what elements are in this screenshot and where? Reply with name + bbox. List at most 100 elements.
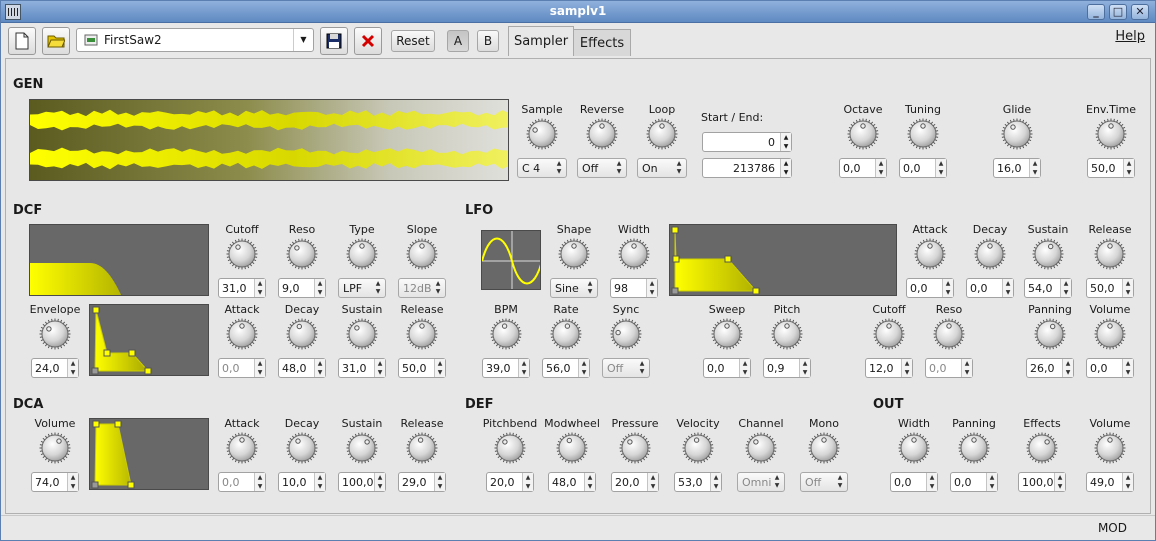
spin-arrows-icon[interactable]: ▲ ▼ bbox=[986, 473, 997, 491]
dca-attack-spinbox[interactable]: 0,0 ▲ ▼ bbox=[218, 472, 266, 492]
gen-sample-select[interactable]: C 4 ▲ ▼ bbox=[517, 158, 567, 178]
lfo-panning-knob[interactable] bbox=[1034, 318, 1066, 350]
gen-octave-spinbox[interactable]: 0,0 ▲ ▼ bbox=[839, 158, 887, 178]
gen-envtime-spinbox[interactable]: 50,0 ▲ ▼ bbox=[1087, 158, 1135, 178]
start-field[interactable]: 0 ▲ ▼ bbox=[702, 132, 792, 152]
def-mono-select[interactable]: Off ▲ ▼ bbox=[800, 472, 848, 492]
spin-arrows-icon[interactable]: ▲ ▼ bbox=[875, 159, 886, 177]
spin-arrows-icon[interactable]: ▲ ▼ bbox=[578, 359, 589, 377]
dca-decay-knob[interactable] bbox=[286, 432, 318, 464]
spin-arrows-icon[interactable]: ▲ ▼ bbox=[374, 359, 385, 377]
spin-arrows-icon[interactable]: ▲ ▼ bbox=[254, 473, 265, 491]
spin-arrows-icon[interactable]: ▲ ▼ bbox=[1122, 359, 1133, 377]
maximize-button[interactable]: □ bbox=[1109, 4, 1127, 20]
lfo-panning-spinbox[interactable]: 26,0 ▲ ▼ bbox=[1026, 358, 1074, 378]
spin-arrows-icon[interactable]: ▲ ▼ bbox=[1122, 279, 1133, 297]
spin-arrows-icon[interactable]: ▲ ▼ bbox=[67, 359, 78, 377]
dcf-decay-knob[interactable] bbox=[286, 318, 318, 350]
dcf-envelope-display[interactable] bbox=[89, 304, 209, 376]
def-channel-knob[interactable] bbox=[745, 432, 777, 464]
delete-preset-button[interactable] bbox=[354, 27, 382, 55]
dcf-type-knob[interactable] bbox=[346, 238, 378, 270]
dcf-release-spinbox[interactable]: 50,0 ▲ ▼ bbox=[398, 358, 446, 378]
out-panning-knob[interactable] bbox=[958, 432, 990, 464]
out-width-knob[interactable] bbox=[898, 432, 930, 464]
lfo-rate-spinbox[interactable]: 56,0 ▲ ▼ bbox=[542, 358, 590, 378]
spin-arrows-icon[interactable]: ▲ ▼ bbox=[710, 473, 721, 491]
spin-arrows-icon[interactable]: ▲ ▼ bbox=[522, 473, 533, 491]
dca-envelope-display[interactable] bbox=[89, 418, 209, 490]
open-preset-button[interactable] bbox=[42, 27, 70, 55]
lfo-sweep-knob[interactable] bbox=[711, 318, 743, 350]
lfo-decay-spinbox[interactable]: 0,0 ▲ ▼ bbox=[966, 278, 1014, 298]
lfo-width-spinbox[interactable]: 98 ▲ ▼ bbox=[610, 278, 658, 298]
spin-arrows-icon[interactable]: ▲ ▼ bbox=[780, 159, 791, 177]
lfo-width-knob[interactable] bbox=[618, 238, 650, 270]
lfo-attack-spinbox[interactable]: 0,0 ▲ ▼ bbox=[906, 278, 954, 298]
dcf-cutoff-spinbox[interactable]: 31,0 ▲ ▼ bbox=[218, 278, 266, 298]
dcf-filter-display[interactable] bbox=[29, 224, 209, 296]
spin-arrows-icon[interactable]: ▲ ▼ bbox=[254, 279, 265, 297]
lfo-envelope-display[interactable] bbox=[669, 224, 897, 296]
dcf-type-select[interactable]: LPF ▲ ▼ bbox=[338, 278, 386, 298]
lfo-shape-select[interactable]: Sine ▲ ▼ bbox=[550, 278, 598, 298]
def-velocity-spinbox[interactable]: 53,0 ▲ ▼ bbox=[674, 472, 722, 492]
gen-reverse-knob[interactable] bbox=[586, 118, 618, 150]
spin-arrows-icon[interactable]: ▲ ▼ bbox=[1062, 359, 1073, 377]
lfo-release-knob[interactable] bbox=[1094, 238, 1126, 270]
def-pressure-knob[interactable] bbox=[619, 432, 651, 464]
out-volume-spinbox[interactable]: 49,0 ▲ ▼ bbox=[1086, 472, 1134, 492]
out-panning-spinbox[interactable]: 0,0 ▲ ▼ bbox=[950, 472, 998, 492]
out-effects-spinbox[interactable]: 100,0 ▲ ▼ bbox=[1018, 472, 1066, 492]
def-pitchbend-knob[interactable] bbox=[494, 432, 526, 464]
gen-loop-select[interactable]: On ▲ ▼ bbox=[637, 158, 687, 178]
lfo-reso-spinbox[interactable]: 0,0 ▲ ▼ bbox=[925, 358, 973, 378]
gen-tuning-spinbox[interactable]: 0,0 ▲ ▼ bbox=[899, 158, 947, 178]
lfo-wave-display[interactable] bbox=[481, 230, 541, 290]
dca-sustain-spinbox[interactable]: 100,0 ▲ ▼ bbox=[338, 472, 386, 492]
gen-glide-knob[interactable] bbox=[1001, 118, 1033, 150]
def-pressure-spinbox[interactable]: 20,0 ▲ ▼ bbox=[611, 472, 659, 492]
lfo-volume-spinbox[interactable]: 0,0 ▲ ▼ bbox=[1086, 358, 1134, 378]
dcf-sustain-knob[interactable] bbox=[346, 318, 378, 350]
sample-waveform-display[interactable] bbox=[29, 99, 509, 181]
lfo-bpm-spinbox[interactable]: 39,0 ▲ ▼ bbox=[482, 358, 530, 378]
spin-arrows-icon[interactable]: ▲ ▼ bbox=[1122, 473, 1133, 491]
close-window-button[interactable]: ✕ bbox=[1131, 4, 1149, 20]
dcf-envelope-knob[interactable] bbox=[39, 318, 71, 350]
lfo-bpm-knob[interactable] bbox=[490, 318, 522, 350]
spin-arrows-icon[interactable]: ▲ ▼ bbox=[780, 133, 791, 151]
end-field[interactable]: 213786 ▲ ▼ bbox=[702, 158, 792, 178]
dca-release-spinbox[interactable]: 29,0 ▲ ▼ bbox=[398, 472, 446, 492]
def-pitchbend-spinbox[interactable]: 20,0 ▲ ▼ bbox=[486, 472, 534, 492]
spin-arrows-icon[interactable]: ▲ ▼ bbox=[314, 359, 325, 377]
spin-arrows-icon[interactable]: ▲ ▼ bbox=[254, 359, 265, 377]
spin-arrows-icon[interactable]: ▲ ▼ bbox=[314, 279, 325, 297]
spin-arrows-icon[interactable]: ▲ ▼ bbox=[646, 279, 657, 297]
dcf-slope-knob[interactable] bbox=[406, 238, 438, 270]
dca-sustain-knob[interactable] bbox=[346, 432, 378, 464]
lfo-volume-knob[interactable] bbox=[1094, 318, 1126, 350]
lfo-rate-knob[interactable] bbox=[550, 318, 582, 350]
lfo-cutoff-knob[interactable] bbox=[873, 318, 905, 350]
save-preset-button[interactable] bbox=[320, 27, 348, 55]
lfo-reso-knob[interactable] bbox=[933, 318, 965, 350]
spin-arrows-icon[interactable]: ▲ ▼ bbox=[67, 473, 78, 491]
dca-volume-knob[interactable] bbox=[39, 432, 71, 464]
dcf-slope-select[interactable]: 12dB ▲ ▼ bbox=[398, 278, 446, 298]
def-velocity-knob[interactable] bbox=[682, 432, 714, 464]
tab-sampler[interactable]: Sampler bbox=[508, 26, 574, 56]
spin-arrows-icon[interactable]: ▲ ▼ bbox=[434, 359, 445, 377]
dcf-attack-spinbox[interactable]: 0,0 ▲ ▼ bbox=[218, 358, 266, 378]
out-effects-knob[interactable] bbox=[1026, 432, 1058, 464]
preset-combo[interactable]: FirstSaw2 ▼ bbox=[76, 28, 314, 52]
dcf-attack-knob[interactable] bbox=[226, 318, 258, 350]
spin-arrows-icon[interactable]: ▲ ▼ bbox=[1060, 279, 1071, 297]
gen-octave-knob[interactable] bbox=[847, 118, 879, 150]
def-modwheel-knob[interactable] bbox=[556, 432, 588, 464]
spin-arrows-icon[interactable]: ▲ ▼ bbox=[374, 473, 385, 491]
lfo-pitch-spinbox[interactable]: 0,9 ▲ ▼ bbox=[763, 358, 811, 378]
spin-arrows-icon[interactable]: ▲ ▼ bbox=[961, 359, 972, 377]
dcf-release-knob[interactable] bbox=[406, 318, 438, 350]
dcf-reso-spinbox[interactable]: 9,0 ▲ ▼ bbox=[278, 278, 326, 298]
